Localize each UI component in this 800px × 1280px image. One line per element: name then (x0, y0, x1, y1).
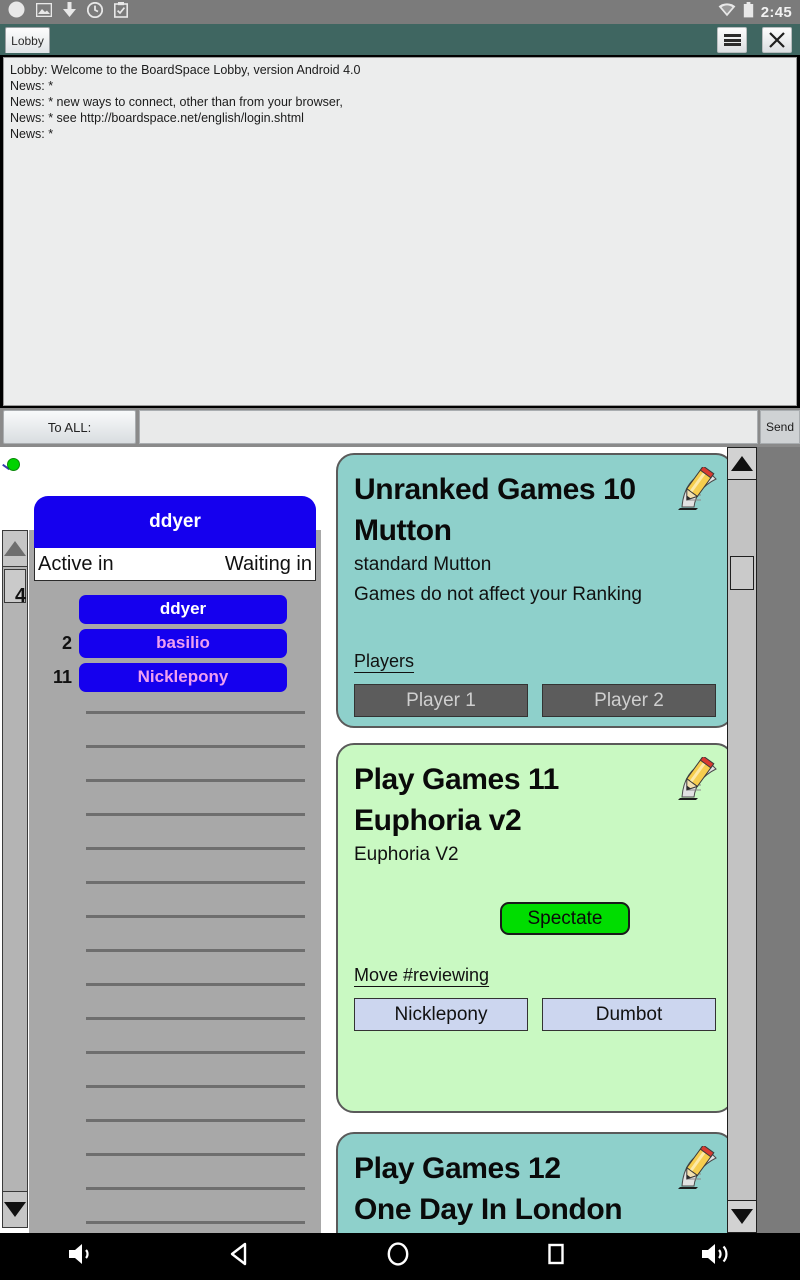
player-list-separator (86, 847, 305, 850)
games-list: Unranked Games 10 Mutton standard Mutton… (323, 447, 727, 1233)
player-list-separator (86, 949, 305, 952)
status-bar-clock: 2:45 (760, 3, 792, 21)
send-button[interactable]: Send (760, 410, 800, 444)
seat-button[interactable]: Nicklepony (354, 998, 528, 1031)
player-list-separator (86, 813, 305, 816)
player-game-number: 11 (52, 666, 72, 687)
chat-line: News: * (10, 127, 54, 141)
game-name-label: Mutton (354, 514, 452, 547)
game-card[interactable]: Play Games 12 One Day In London Standard… (336, 1132, 727, 1233)
edit-notes-icon[interactable] (674, 465, 720, 511)
hamburger-menu-icon[interactable] (717, 27, 747, 53)
clock-icon (86, 1, 104, 23)
chat-line: News: * see http://boardspace.net/englis… (10, 111, 304, 125)
player-panel-header[interactable]: ddyer (34, 496, 316, 548)
player-list-separator (86, 881, 305, 884)
player-chip[interactable]: Nicklepony (79, 662, 287, 692)
volume-down-icon[interactable] (66, 1241, 96, 1272)
list-item[interactable]: 11 Nicklepony (29, 660, 321, 694)
edit-notes-icon[interactable] (674, 755, 720, 801)
scroll-down-button[interactable] (728, 1200, 756, 1232)
clipboard-check-icon (114, 1, 128, 23)
column-header-active: Active in (38, 552, 114, 575)
player-list-separator (86, 1221, 305, 1224)
player-list-separator (86, 1153, 305, 1156)
game-room-label: Play Games 11 (354, 763, 559, 796)
chat-log[interactable]: Lobby: Welcome to the BoardSpace Lobby, … (3, 57, 797, 406)
player-list-panel: 4 ddyer Active in Waiting in ddyer 2 bas… (15, 496, 321, 1258)
player-list-separator (86, 1187, 305, 1190)
chat-line: News: * (10, 79, 54, 93)
close-icon[interactable] (762, 27, 792, 53)
scrollbar-thumb[interactable] (730, 556, 754, 590)
game-name-label: Euphoria v2 (354, 804, 522, 837)
spectate-button[interactable]: Spectate (500, 902, 630, 935)
player-list-columns: Active in Waiting in (34, 548, 316, 581)
game-room-label: Play Games 12 (354, 1152, 561, 1185)
recents-icon[interactable] (543, 1241, 569, 1272)
player-list-separator (86, 1119, 305, 1122)
chat-line: News: * new ways to connect, other than … (10, 95, 343, 109)
android-status-bar: 2:45 (0, 0, 800, 24)
player-game-number: 2 (61, 632, 72, 653)
image-icon (35, 2, 53, 22)
current-user-name: ddyer (149, 511, 201, 532)
volume-up-icon[interactable] (700, 1241, 734, 1272)
triangle-down-icon (4, 1202, 26, 1217)
circle-icon (8, 1, 25, 23)
player-chip[interactable]: ddyer (79, 594, 287, 624)
seat-button[interactable]: Dumbot (542, 998, 716, 1031)
edit-notes-icon[interactable] (674, 1144, 720, 1190)
game-variant-label: Euphoria V2 (354, 844, 459, 865)
game-card[interactable]: Play Games 11 Euphoria v2 Euphoria V2 Sp… (336, 743, 727, 1113)
scroll-up-button[interactable] (728, 448, 756, 480)
download-icon (63, 1, 76, 23)
list-item[interactable]: ddyer (29, 592, 321, 626)
game-room-label: Unranked Games 10 (354, 473, 636, 506)
recipient-selector[interactable]: To ALL: (3, 410, 136, 444)
player-list-separator (86, 1085, 305, 1088)
wifi-icon (718, 2, 736, 22)
triangle-down-icon (731, 1209, 753, 1224)
game-name-label: One Day In London (354, 1193, 623, 1226)
player-list-separator (86, 915, 305, 918)
seat-button[interactable]: Player 2 (542, 684, 716, 717)
player-list-separator (86, 711, 305, 714)
player-list-scrollbar[interactable] (2, 530, 28, 1228)
tab-lobby[interactable]: Lobby (5, 27, 50, 53)
message-input[interactable] (139, 410, 758, 444)
section-label-players: Players (354, 651, 415, 671)
player-total-count: 4 (15, 585, 27, 607)
game-ranking-note: Games do not affect your Ranking (354, 584, 642, 605)
compose-row: To ALL: Send (0, 408, 800, 447)
player-list-separator (86, 983, 305, 986)
triangle-up-icon (731, 456, 753, 471)
section-label-move: Move #reviewing (354, 965, 490, 985)
player-list-separator (86, 745, 305, 748)
scroll-down-button[interactable] (3, 1191, 27, 1227)
seat-button[interactable]: Player 1 (354, 684, 528, 717)
scroll-up-button[interactable] (3, 531, 27, 567)
list-item[interactable]: 2 basilio (29, 626, 321, 660)
game-variant-label: standard Mutton (354, 554, 492, 575)
online-dot-icon (7, 458, 20, 471)
chat-line: Lobby: Welcome to the BoardSpace Lobby, … (10, 63, 361, 77)
game-card[interactable]: Unranked Games 10 Mutton standard Mutton… (336, 453, 727, 728)
android-navigation-bar (0, 1233, 800, 1280)
back-icon[interactable] (227, 1241, 253, 1272)
home-icon[interactable] (385, 1241, 411, 1272)
column-header-waiting: Waiting in (224, 552, 312, 575)
games-list-scrollbar[interactable] (727, 447, 757, 1233)
player-list-separator (86, 779, 305, 782)
right-gutter (757, 447, 800, 1233)
lobby-body: 4 ddyer Active in Waiting in ddyer 2 bas… (0, 447, 800, 1258)
app-title-bar: Lobby (0, 24, 800, 55)
battery-icon (743, 1, 754, 23)
player-chip[interactable]: basilio (79, 628, 287, 658)
player-list-separator (86, 1051, 305, 1054)
player-list-separator (86, 1017, 305, 1020)
triangle-up-icon (4, 541, 26, 556)
